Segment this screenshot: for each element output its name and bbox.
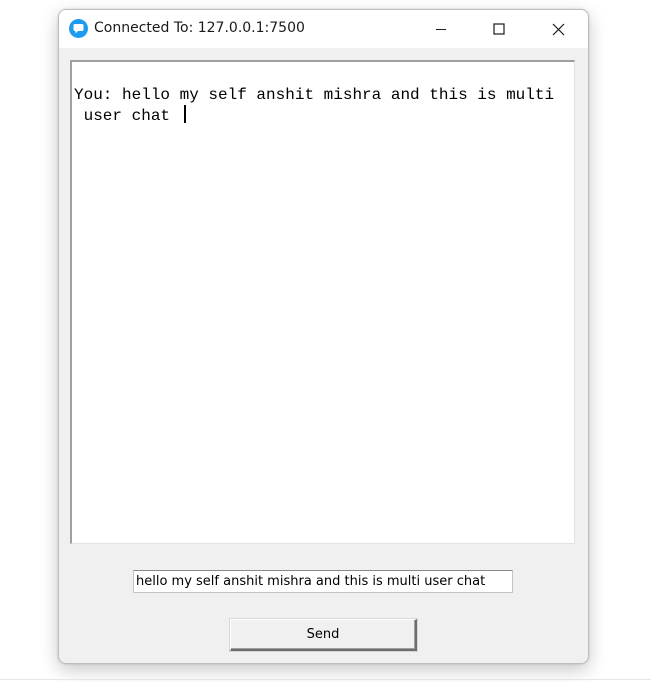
maximize-icon bbox=[493, 23, 505, 35]
close-icon bbox=[552, 23, 564, 35]
desktop: Connected To: 127.0.0.1:7500 You: hello … bbox=[0, 0, 651, 682]
text-caret bbox=[183, 105, 186, 123]
chat-message-line: user chat bbox=[74, 107, 180, 125]
close-button[interactable] bbox=[529, 10, 587, 48]
message-input[interactable] bbox=[133, 570, 513, 593]
divider bbox=[0, 679, 651, 680]
chat-log: You: hello my self anshit mishra and thi… bbox=[74, 85, 574, 126]
minimize-button[interactable] bbox=[412, 10, 470, 48]
chat-history[interactable]: You: hello my self anshit mishra and thi… bbox=[70, 60, 575, 544]
maximize-button[interactable] bbox=[470, 10, 528, 48]
chat-bubble-icon bbox=[69, 19, 88, 38]
chat-window: Connected To: 127.0.0.1:7500 You: hello … bbox=[58, 9, 589, 664]
title-bar[interactable]: Connected To: 127.0.0.1:7500 bbox=[59, 10, 588, 48]
send-button[interactable]: Send bbox=[230, 619, 417, 651]
window-title: Connected To: 127.0.0.1:7500 bbox=[94, 20, 305, 36]
chat-message-line: You: hello my self anshit mishra and thi… bbox=[74, 86, 555, 104]
minimize-icon bbox=[436, 29, 446, 30]
